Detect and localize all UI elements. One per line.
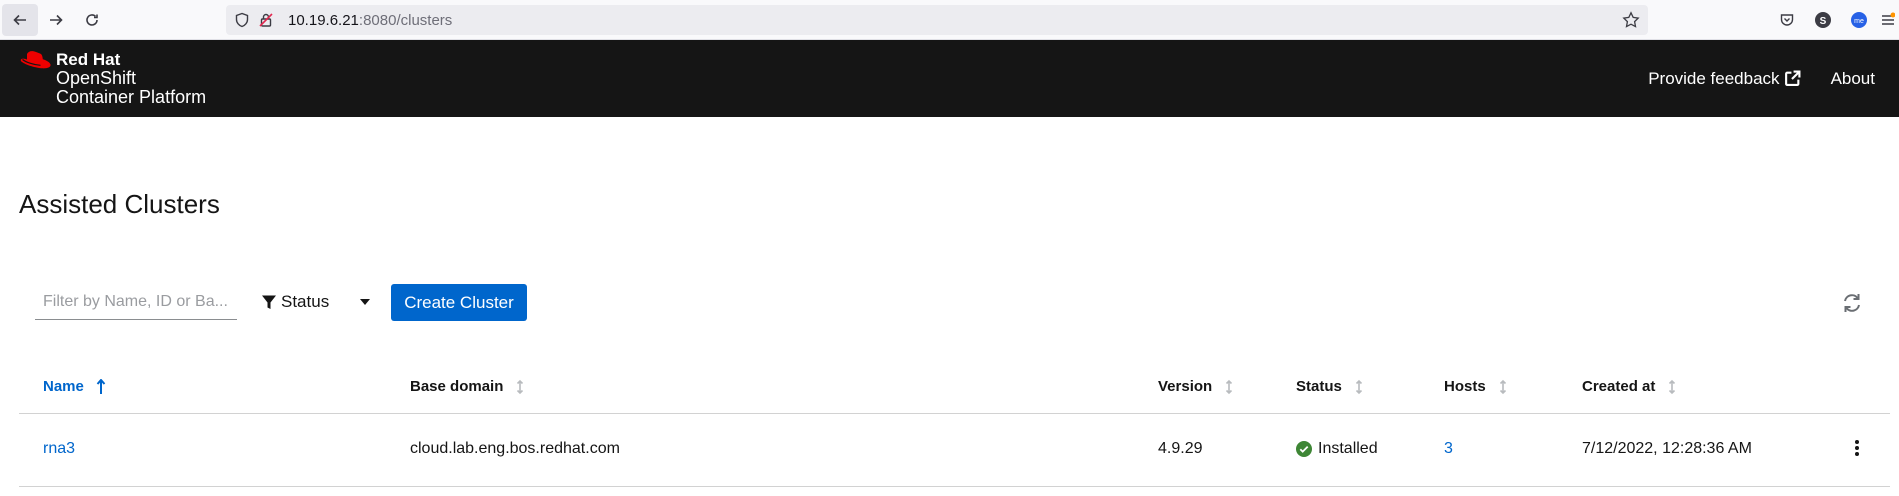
filter-icon xyxy=(262,295,276,309)
refresh-button[interactable] xyxy=(1841,292,1865,316)
arrow-right-icon xyxy=(50,14,63,25)
kebab-menu-icon xyxy=(1855,440,1859,456)
back-button[interactable] xyxy=(2,3,38,36)
cluster-base-domain: cloud.lab.eng.bos.redhat.com xyxy=(410,440,620,457)
redhat-hat-icon xyxy=(20,51,51,69)
cluster-name-link[interactable]: rna3 xyxy=(43,440,75,458)
column-header-base-domain-label: Base domain xyxy=(410,378,504,395)
bookmark-star-icon[interactable] xyxy=(1622,11,1640,29)
extension-s-button[interactable]: S xyxy=(1805,4,1841,36)
reload-icon xyxy=(86,13,98,26)
shield-icon[interactable] xyxy=(234,12,250,28)
svg-text:S: S xyxy=(1820,16,1827,27)
url-path: :8080/clusters xyxy=(358,11,453,29)
column-header-base-domain[interactable]: Base domain xyxy=(410,378,525,395)
table-row: rna3 cloud.lab.eng.bos.redhat.com 4.9.29… xyxy=(19,414,1890,487)
hamburger-menu-icon xyxy=(1882,12,1895,25)
pocket-button[interactable] xyxy=(1769,4,1805,36)
caret-down-icon xyxy=(360,299,370,305)
url-bar[interactable]: 10.19.6.21:8080/clusters xyxy=(226,5,1648,35)
check-circle-icon xyxy=(1296,441,1312,457)
sort-unsorted-icon xyxy=(1498,379,1508,395)
arrow-left-icon xyxy=(13,14,26,25)
cluster-created-at: 7/12/2022, 12:28:36 AM xyxy=(1582,440,1752,457)
cluster-hosts-link[interactable]: 3 xyxy=(1444,440,1453,458)
column-header-name[interactable]: Name xyxy=(43,378,106,395)
sort-unsorted-icon xyxy=(1224,379,1234,395)
provide-feedback-link[interactable]: Provide feedback xyxy=(1648,68,1801,89)
cluster-status: Installed xyxy=(1296,440,1378,458)
sort-unsorted-icon xyxy=(1667,379,1677,395)
about-link[interactable]: About xyxy=(1831,69,1875,89)
brand-line-openshift: OpenShift xyxy=(56,68,137,88)
brand-line-container-platform: Container Platform xyxy=(56,87,207,107)
account-avatar-icon: me xyxy=(1851,12,1867,28)
column-header-created-at-label: Created at xyxy=(1582,378,1656,395)
brand-text: Red Hat OpenShift Container Platform xyxy=(56,50,206,107)
sync-icon xyxy=(1844,294,1860,312)
browser-extensions: S me xyxy=(1769,0,1899,40)
page-title: Assisted Clusters xyxy=(19,189,220,219)
filter-input[interactable] xyxy=(35,284,237,320)
status-filter-dropdown[interactable]: Status xyxy=(261,284,371,320)
browser-toolbar: 10.19.6.21:8080/clusters S me xyxy=(0,0,1899,40)
table-header-row: Name Base domain Version Status Hosts Cr… xyxy=(19,364,1890,414)
column-header-name-label: Name xyxy=(43,378,84,395)
forward-button[interactable] xyxy=(38,4,74,36)
svg-text:me: me xyxy=(1854,18,1864,25)
url-host: 10.19.6.21 xyxy=(288,11,359,29)
url-text: 10.19.6.21:8080/clusters xyxy=(288,12,452,29)
column-header-created-at[interactable]: Created at xyxy=(1582,378,1677,395)
column-header-version-label: Version xyxy=(1158,378,1213,395)
create-cluster-button[interactable]: Create Cluster xyxy=(391,284,527,321)
column-header-version[interactable]: Version xyxy=(1158,378,1234,395)
sort-unsorted-icon xyxy=(1354,379,1364,395)
feedback-label: Provide feedback xyxy=(1648,68,1780,88)
clusters-toolbar: Status Create Cluster xyxy=(35,284,1865,322)
masthead: Red Hat OpenShift Container Platform Pro… xyxy=(0,40,1899,117)
reload-button[interactable] xyxy=(74,4,110,36)
cluster-version: 4.9.29 xyxy=(1158,440,1203,457)
sort-unsorted-icon xyxy=(515,379,525,395)
column-header-status[interactable]: Status xyxy=(1296,378,1364,395)
extension-s-icon: S xyxy=(1815,12,1831,28)
column-header-hosts[interactable]: Hosts xyxy=(1444,378,1508,395)
status-filter-label: Status xyxy=(281,292,330,311)
column-header-hosts-label: Hosts xyxy=(1444,378,1486,395)
row-actions-kebab[interactable] xyxy=(1854,438,1860,463)
external-link-icon xyxy=(1784,70,1801,86)
menu-button[interactable] xyxy=(1877,4,1899,36)
column-header-status-label: Status xyxy=(1296,378,1342,395)
masthead-tools: Provide feedback About xyxy=(1648,40,1875,117)
insecure-lock-icon[interactable] xyxy=(258,12,274,28)
pocket-icon xyxy=(1780,14,1794,26)
brand-line-redhat: Red Hat xyxy=(56,50,121,69)
clusters-table: Name Base domain Version Status Hosts Cr… xyxy=(19,364,1890,487)
account-button[interactable]: me xyxy=(1841,4,1877,36)
cluster-status-label: Installed xyxy=(1318,440,1378,457)
sort-ascending-icon xyxy=(96,378,106,395)
